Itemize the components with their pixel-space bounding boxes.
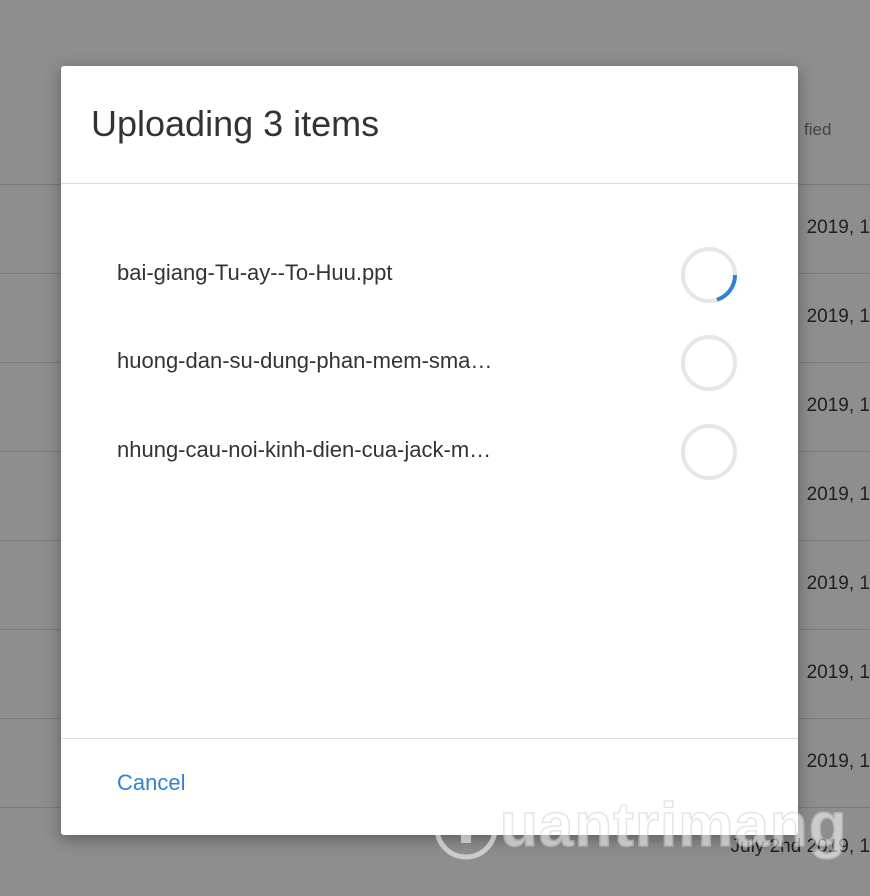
file-name: nhung-cau-noi-kinh-dien-cua-jack-m… — [117, 437, 492, 462]
lightbulb-logo-icon — [434, 796, 498, 860]
upload-file-item: nhung-cau-noi-kinh-dien-cua-jack-m… — [61, 419, 798, 480]
background-row-date: 2019, 1 — [806, 306, 870, 327]
progress-spinner-icon — [681, 335, 737, 391]
background-row-date: 2019, 1 — [806, 217, 870, 238]
upload-dialog: Uploading 3 items bai-giang-Tu-ay--To-Hu… — [61, 66, 798, 835]
progress-spinner-icon — [681, 424, 737, 480]
background-row-date: 2019, 1 — [806, 484, 870, 505]
cancel-button[interactable]: Cancel — [117, 770, 185, 796]
dialog-footer-divider — [61, 738, 798, 739]
background-row-date: 2019, 1 — [806, 395, 870, 416]
background-row-date: 2019, 1 — [806, 662, 870, 683]
watermark-text: uantrimang — [499, 790, 848, 861]
spinner-track — [681, 424, 737, 480]
background-row-date: 2019, 1 — [806, 573, 870, 594]
progress-spinner-icon — [681, 247, 737, 303]
file-name: bai-giang-Tu-ay--To-Huu.ppt — [117, 260, 393, 285]
spinner-track — [681, 335, 737, 391]
watermark: uantrimang — [434, 786, 847, 870]
upload-file-item: huong-dan-su-dung-phan-mem-sma… — [61, 330, 798, 391]
background-row-date: 2019, 1 — [806, 751, 870, 772]
dialog-header-divider — [61, 183, 798, 184]
upload-file-item: bai-giang-Tu-ay--To-Huu.ppt — [61, 242, 798, 303]
background-column-label-modified: fied — [804, 120, 832, 139]
dialog-title: Uploading 3 items — [91, 103, 380, 144]
file-name: huong-dan-su-dung-phan-mem-sma… — [117, 348, 493, 373]
